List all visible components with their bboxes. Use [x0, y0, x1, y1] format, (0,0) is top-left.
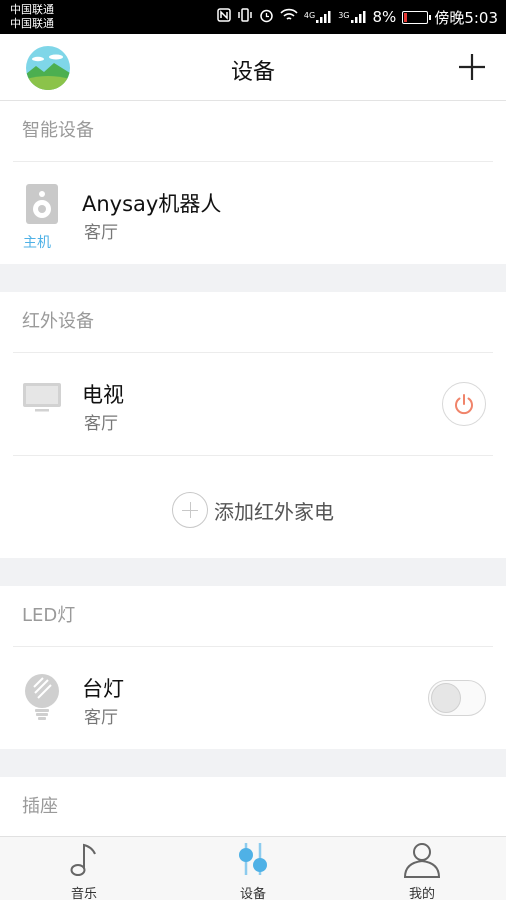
add-ir-label: 添加红外家电: [214, 499, 334, 524]
device-row-robot[interactable]: 主机 Anysay机器人 客厅: [0, 162, 506, 264]
tv-icon: [22, 381, 62, 425]
status-icons: 4G 3G 8% 傍晚5:03: [217, 0, 498, 34]
wifi-icon: [280, 8, 298, 26]
device-row-lamp[interactable]: 台灯 客厅: [0, 647, 506, 749]
speaker-icon: [22, 182, 62, 226]
section-title: 红外设备: [22, 311, 94, 332]
add-ir-content: 添加红外家电: [172, 492, 334, 528]
nav-mine-label: 我的: [408, 887, 435, 900]
network-type-2: 3G: [338, 11, 350, 20]
sliders-icon: [239, 843, 267, 875]
vibrate-icon: [237, 8, 253, 26]
bottom-nav: 音乐 设备 我的: [0, 836, 506, 900]
section-title: LED灯: [22, 605, 76, 626]
section-title: 智能设备: [22, 120, 94, 141]
nfc-icon: [217, 8, 231, 26]
carrier-info: 中国联通 中国联通: [10, 3, 54, 31]
add-ir-appliance-button[interactable]: 添加红外家电: [0, 456, 506, 558]
network-type-1: 4G: [303, 11, 316, 20]
device-name: Anysay机器人: [82, 192, 222, 216]
section-title: 插座: [22, 796, 58, 817]
add-device-button[interactable]: [456, 51, 488, 83]
device-room: 客厅: [84, 223, 118, 243]
host-label: 主机: [23, 235, 51, 251]
status-bar: 中国联通 中国联通 4G 3G 8% 傍晚5:03: [0, 0, 506, 34]
section-led: LED灯 台灯 客厅: [0, 586, 506, 749]
bulb-icon: [22, 673, 62, 720]
lamp-toggle[interactable]: [428, 680, 486, 716]
clock: 傍晚5:03: [434, 8, 498, 27]
page-title: 设备: [230, 60, 275, 85]
device-name: 电视: [82, 383, 124, 407]
nav-music[interactable]: 音乐: [0, 837, 168, 900]
plus-icon: [459, 54, 485, 80]
battery-icon: [402, 10, 432, 24]
person-icon: [403, 843, 441, 878]
device-room: 客厅: [84, 414, 118, 434]
power-button[interactable]: [442, 382, 486, 426]
device-list[interactable]: 智能设备 主机 Anysay机器人 客厅 红外设备 电视 客厅 添加红外家电 L…: [0, 101, 506, 836]
battery-percent: 8%: [372, 8, 397, 26]
app-header: 设备: [0, 34, 506, 101]
nav-mine[interactable]: 我的: [338, 837, 506, 900]
section-gap: [0, 749, 506, 777]
nav-devices[interactable]: 设备: [169, 837, 337, 900]
section-socket: 插座: [0, 777, 506, 836]
signal-icon: 4G: [304, 11, 332, 23]
section-gap: [0, 558, 506, 586]
music-note-icon: [70, 843, 96, 876]
section-gap: [0, 264, 506, 292]
section-ir-devices: 红外设备 电视 客厅 添加红外家电: [0, 292, 506, 558]
signal-icon-2: 3G: [338, 11, 366, 23]
nav-devices-label: 设备: [239, 887, 266, 900]
power-icon: [455, 394, 473, 415]
device-room: 客厅: [84, 708, 118, 728]
carrier-2: 中国联通: [10, 17, 54, 30]
toggle-knob: [431, 683, 461, 713]
device-name: 台灯: [82, 677, 124, 701]
device-row-tv[interactable]: 电视 客厅: [0, 353, 506, 455]
carrier-1: 中国联通: [10, 3, 54, 16]
section-smart-devices: 智能设备 主机 Anysay机器人 客厅: [0, 101, 506, 264]
nav-music-label: 音乐: [70, 887, 97, 900]
alarm-icon: [259, 8, 274, 27]
plus-circle-icon: [172, 492, 208, 528]
